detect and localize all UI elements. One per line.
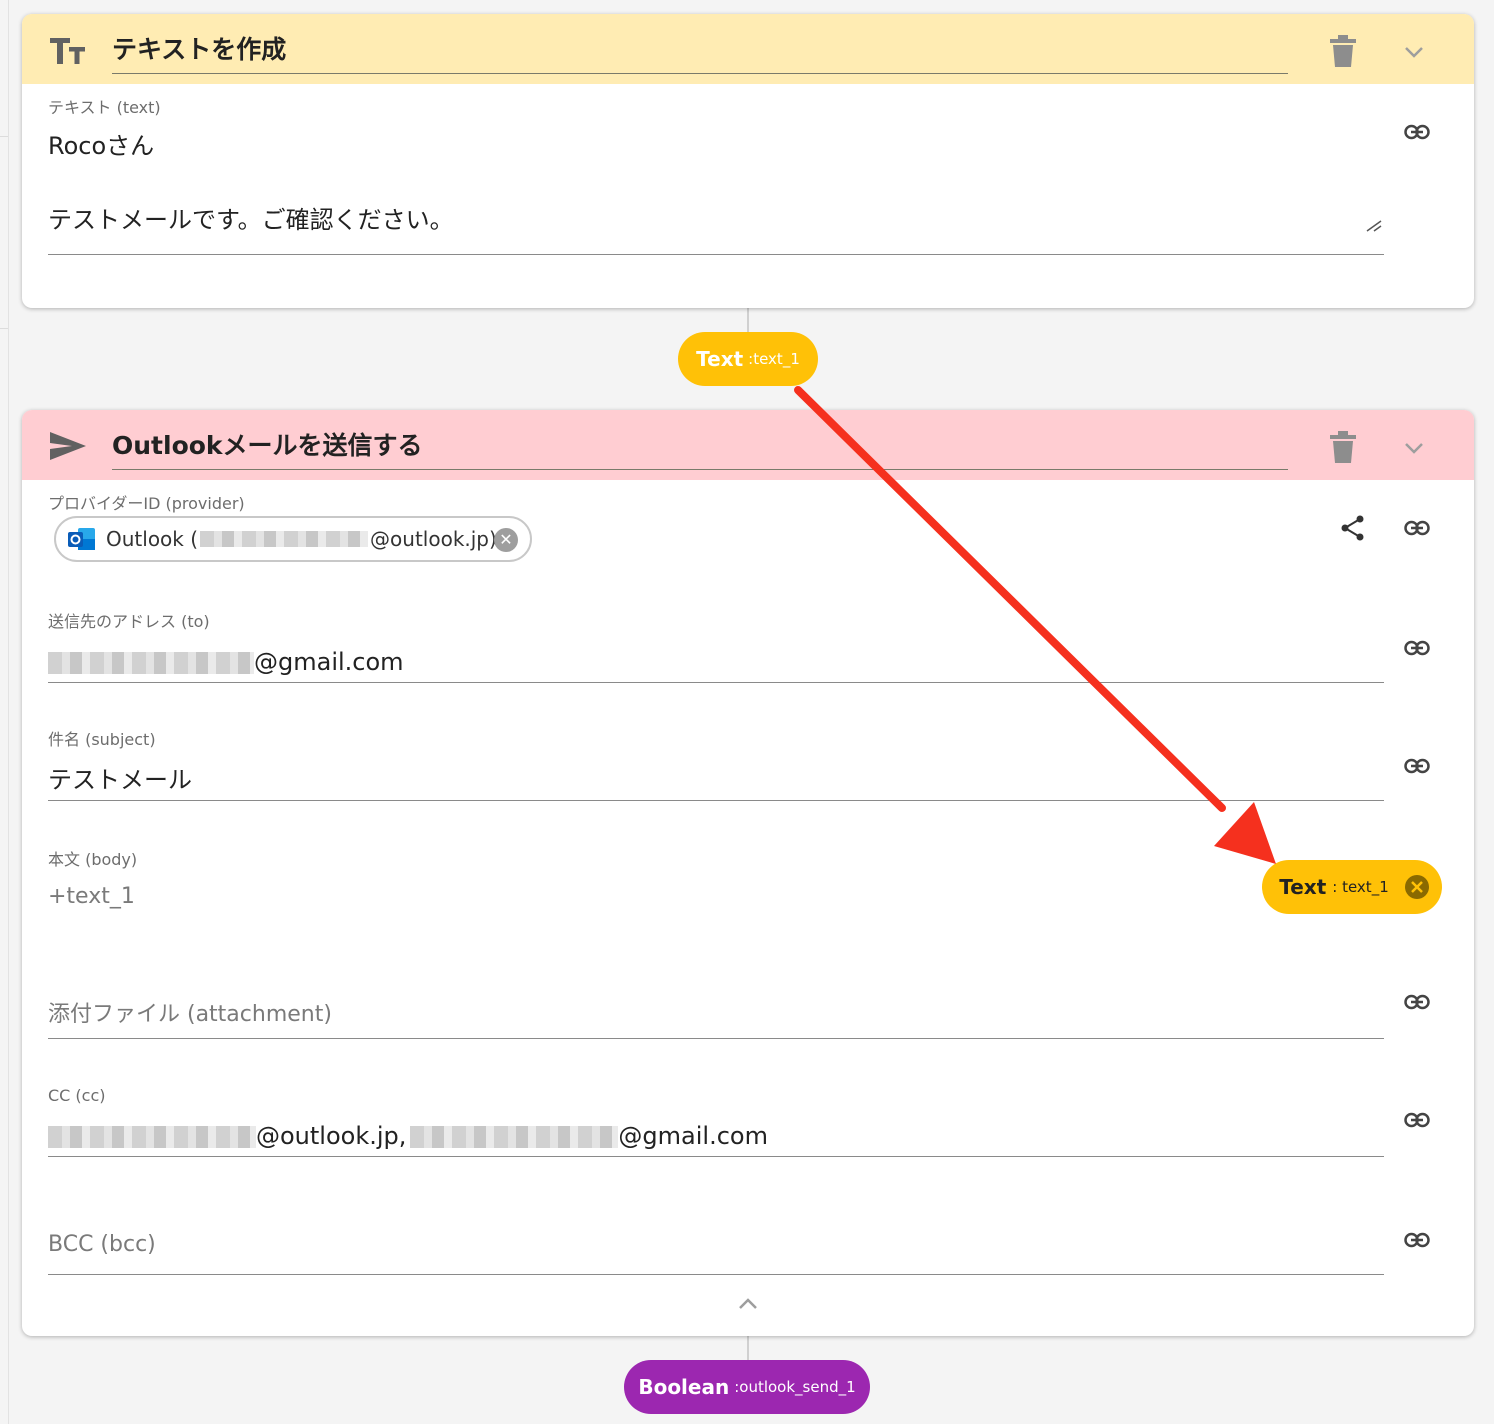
text-value-line: Rocoさん [48,132,155,160]
badge-name: : text_1 [1332,878,1389,896]
field-underline [48,800,1384,801]
field-underline [48,254,1384,255]
connector-name: :text_1 [748,350,800,368]
field-label: 送信先のアドレス (to) [48,612,210,631]
to-value-suffix: @gmail.com [254,648,404,676]
attachment-field[interactable]: 添付ファイル (attachment) [48,996,1384,1039]
text-field[interactable]: テキスト (text) Rocoさん テストメールです。ご確認ください。 [48,98,1384,255]
connector-type: Boolean [638,1375,730,1399]
chevron-down-icon[interactable] [1402,40,1426,64]
text-format-icon [50,38,85,64]
output-connector-boolean[interactable]: Boolean :outlook_send_1 [624,1360,870,1414]
connector-type: Text [696,347,744,371]
card-header: Outlookメールを送信する [22,410,1474,480]
send-icon [50,432,86,460]
left-panel-border [8,0,9,1424]
field-label: テキスト (text) [48,98,161,117]
bcc-field[interactable]: BCC (bcc) [48,1232,1384,1275]
body-linked-variable-badge[interactable]: Text : text_1 [1262,860,1442,914]
share-icon[interactable] [1340,515,1366,541]
field-label: 本文 (body) [48,850,138,869]
connector-line [747,1336,749,1362]
redacted-text [48,1126,256,1148]
redacted-text [410,1126,619,1148]
close-icon[interactable] [1404,874,1430,900]
text-create-card: テキストを作成 テキスト (text) Rocoさん テストメールです。ご確認く… [22,14,1474,308]
bcc-placeholder: BCC (bcc) [48,1232,156,1257]
field-label: プロバイダーID (provider) [48,494,245,513]
cc-field[interactable]: CC (cc) @outlook.jp, @gmail.com [48,1086,1384,1157]
subject-value: テストメール [48,766,192,794]
resize-handle-icon[interactable] [1366,220,1382,232]
left-panel-divider [0,328,8,329]
field-underline [48,682,1384,683]
subject-field[interactable]: 件名 (subject) テストメール [48,730,1384,801]
card-header: テキストを作成 [22,14,1474,84]
link-icon[interactable] [1404,758,1430,774]
field-underline [48,1156,1384,1157]
close-icon[interactable]: ✕ [494,528,518,552]
link-icon[interactable] [1404,1232,1430,1248]
provider-chip[interactable]: Outlook ( @outlook.jp) ✕ [54,516,532,562]
text-value-line: テストメールです。ご確認ください。 [48,206,454,234]
provider-chip-suffix: @outlook.jp) [370,527,497,551]
trash-icon[interactable] [1328,34,1358,68]
field-label: 件名 (subject) [48,730,156,749]
card-title[interactable]: テキストを作成 [112,28,1288,74]
outlook-send-card: Outlookメールを送信する プロバイダーID (provider) Outl… [22,410,1474,1336]
body-placeholder: +text_1 [48,884,135,909]
body-field[interactable]: 本文 (body) +text_1 [48,850,1384,909]
to-value: @gmail.com [48,646,1384,678]
chevron-up-icon[interactable] [736,1294,760,1312]
field-underline [48,1038,1384,1039]
outlook-logo-icon [68,528,95,550]
connector-line [747,308,749,334]
output-connector-text[interactable]: Text :text_1 [678,332,818,386]
cc-value: @outlook.jp, @gmail.com [48,1120,1384,1152]
provider-chip-prefix: Outlook ( [106,527,199,551]
cc-value-part1: @outlook.jp, [256,1122,407,1150]
redacted-text [200,531,369,547]
cc-value-part2: @gmail.com [618,1122,768,1150]
link-icon[interactable] [1404,1112,1430,1128]
link-icon[interactable] [1404,124,1430,140]
card-title[interactable]: Outlookメールを送信する [112,424,1288,470]
link-icon[interactable] [1404,640,1430,656]
left-panel-divider [0,136,8,137]
field-underline [48,1274,1384,1275]
redacted-text [48,652,254,674]
trash-icon[interactable] [1328,430,1358,464]
attachment-placeholder: 添付ファイル (attachment) [48,1002,332,1027]
field-label: CC (cc) [48,1086,106,1105]
badge-type: Text [1279,875,1327,899]
chevron-down-icon[interactable] [1402,436,1426,460]
to-field[interactable]: 送信先のアドレス (to) @gmail.com [48,612,1384,683]
connector-name: :outlook_send_1 [734,1378,856,1396]
link-icon[interactable] [1404,520,1430,536]
link-icon[interactable] [1404,994,1430,1010]
